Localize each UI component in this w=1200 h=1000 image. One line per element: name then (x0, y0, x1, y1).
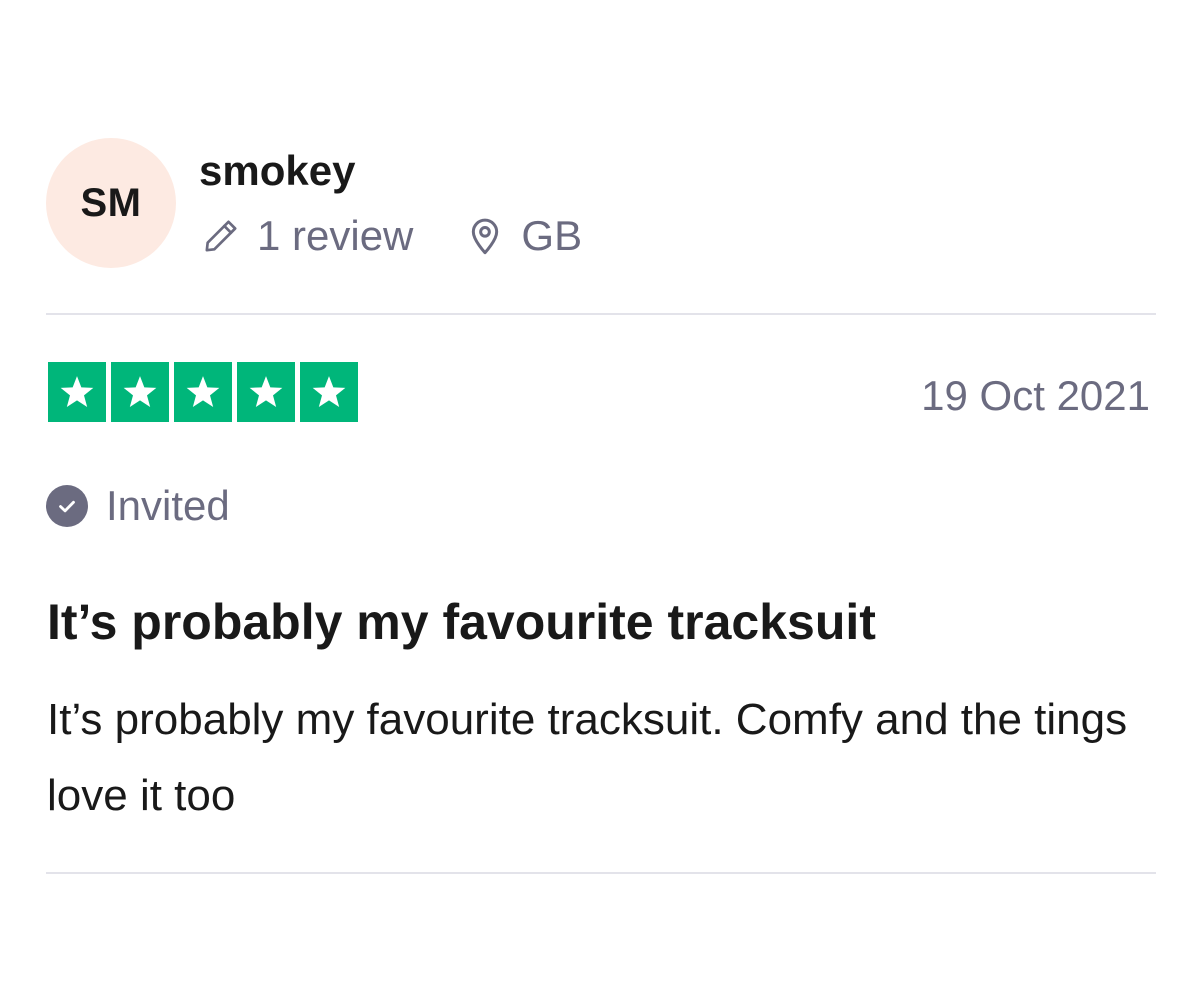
reviewer-meta: 1 review GB (199, 210, 582, 262)
star-icon (111, 362, 169, 422)
star-icon (174, 362, 232, 422)
review-card: SM smokey 1 review GB 19 Oct 2021 Invite… (0, 0, 1200, 1000)
review-date: 19 Oct 2021 (921, 372, 1150, 419)
review-count-label: 1 review (257, 212, 414, 259)
star-icon (48, 362, 106, 422)
review-count: 1 review (199, 212, 413, 260)
country-label: GB (521, 212, 583, 259)
divider (46, 313, 1156, 315)
reviewer-name[interactable]: smokey (199, 146, 355, 196)
invited-badge[interactable]: Invited (46, 480, 230, 532)
star-rating (48, 362, 358, 422)
reviewer-location: GB (463, 212, 582, 260)
pencil-icon (199, 214, 243, 258)
divider (46, 872, 1156, 874)
star-icon (300, 362, 358, 422)
review-body: It’s probably my favourite tracksuit. Co… (47, 695, 1128, 820)
avatar[interactable]: SM (46, 138, 176, 268)
review-title[interactable]: It’s probably my favourite tracksuit (47, 590, 1157, 654)
check-circle-icon (46, 485, 88, 527)
invited-label: Invited (106, 482, 230, 529)
star-icon (237, 362, 295, 422)
location-pin-icon (463, 214, 507, 258)
